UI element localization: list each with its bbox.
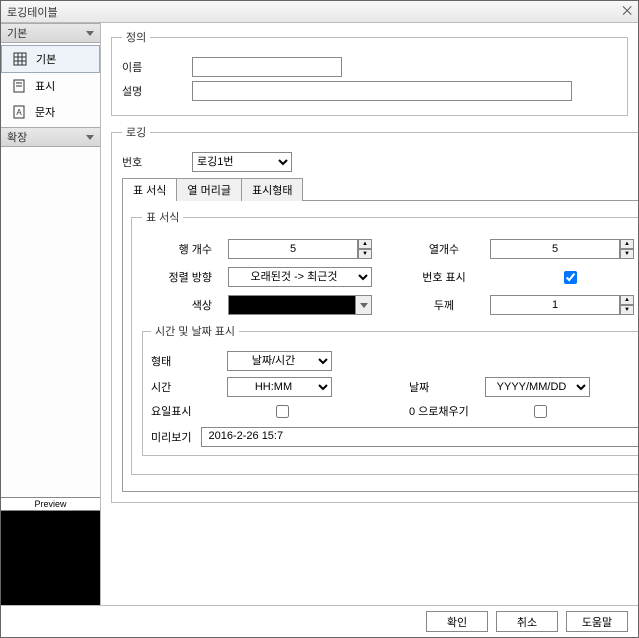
datetime-group: 시간 및 날짜 표시 형태 날짜/시간 시간 HH:MM 날짜 YYYY/MM/…: [142, 323, 638, 456]
preview-value: 2016-2-26 15:7: [201, 427, 638, 447]
spin-down-icon[interactable]: ▼: [358, 249, 372, 259]
row-count-spinner[interactable]: ▲▼: [228, 239, 398, 259]
sidebar-item-display[interactable]: 표시: [1, 73, 100, 99]
titlebar: 로깅테이블 ⨉: [1, 1, 638, 23]
text-icon: A: [11, 104, 27, 120]
preview-label: Preview: [1, 497, 100, 511]
help-button[interactable]: 도움말: [566, 611, 628, 632]
sidebar-ext-header[interactable]: 확장: [1, 127, 100, 147]
tabbar: 표 서식 열 머리글 표시형태: [122, 178, 638, 201]
dow-label: 요일표시: [151, 403, 211, 419]
col-count-label: 열개수: [414, 241, 474, 257]
spin-up-icon[interactable]: ▲: [620, 239, 634, 249]
name-label: 이름: [122, 59, 182, 75]
footer: 확인 취소 도움말: [1, 605, 638, 637]
sidebar-basic-label: 기본: [7, 25, 27, 41]
sidebar-item-label: 표시: [35, 78, 55, 94]
table-icon: [12, 51, 28, 67]
svg-text:A: A: [16, 108, 22, 117]
sidebar-basic-header[interactable]: 기본: [1, 23, 100, 43]
zero-checkbox[interactable]: [534, 405, 547, 418]
time-select[interactable]: HH:MM: [227, 377, 332, 397]
definition-group: 정의 이름 설명: [111, 29, 628, 116]
definition-legend: 정의: [122, 29, 150, 45]
number-select[interactable]: 로깅1번: [192, 152, 292, 172]
sidebar-ext-label: 확장: [7, 129, 27, 145]
table-format-group: 표 서식 행 개수 ▲▼ 열개수 ▲▼: [131, 209, 638, 475]
close-icon[interactable]: ⨉: [622, 4, 632, 19]
sidebar: 기본 기본 표시 A: [1, 23, 101, 605]
zero-label: 0 으로채우기: [409, 403, 469, 419]
sidebar-item-label: 문자: [35, 104, 55, 120]
window-title: 로깅테이블: [7, 4, 58, 20]
desc-input[interactable]: [192, 81, 572, 101]
dialog-window: 로깅테이블 ⨉ 기본 기본 표시: [0, 0, 639, 638]
cancel-button[interactable]: 취소: [496, 611, 558, 632]
main-panel: 정의 이름 설명 로깅 번호 로깅1번: [101, 23, 638, 605]
thickness-input[interactable]: [490, 295, 620, 315]
form-select[interactable]: 날짜/시간: [227, 351, 332, 371]
number-label: 번호: [122, 154, 182, 170]
tab-table-format[interactable]: 표 서식: [122, 178, 177, 201]
thickness-spinner[interactable]: ▲▼: [490, 295, 638, 315]
date-select[interactable]: YYYY/MM/DD: [485, 377, 590, 397]
tab-panel: 표 서식 행 개수 ▲▼ 열개수 ▲▼: [122, 200, 638, 492]
sort-label: 정렬 방향: [142, 269, 212, 285]
spin-up-icon[interactable]: ▲: [620, 295, 634, 305]
sidebar-item-basic[interactable]: 기본: [1, 45, 100, 73]
time-label: 시간: [151, 379, 211, 395]
dow-checkbox[interactable]: [276, 405, 289, 418]
tab-display-form[interactable]: 표시형태: [241, 178, 303, 201]
spin-down-icon[interactable]: ▼: [620, 305, 634, 315]
numshow-checkbox[interactable]: [564, 271, 577, 284]
sort-select[interactable]: 오래된것 -> 최근것: [228, 267, 372, 287]
preview-box: [1, 511, 100, 605]
ok-button[interactable]: 확인: [426, 611, 488, 632]
logging-group: 로깅 번호 로깅1번 표 서식 열 머리글 표시형태 표 서식: [111, 124, 638, 503]
desc-label: 설명: [122, 83, 182, 99]
chevron-down-icon: [86, 31, 94, 36]
thickness-label: 두께: [414, 297, 474, 313]
date-label: 날짜: [409, 379, 469, 395]
datetime-legend: 시간 및 날짜 표시: [151, 323, 239, 339]
preview-panel: Preview: [1, 497, 100, 605]
color-select[interactable]: [228, 295, 398, 315]
logging-legend: 로깅: [122, 124, 150, 140]
page-icon: [11, 78, 27, 94]
spin-up-icon[interactable]: ▲: [358, 239, 372, 249]
chevron-down-icon: [86, 135, 94, 140]
numshow-label: 번호 표시: [414, 269, 474, 285]
col-count-spinner[interactable]: ▲▼: [490, 239, 638, 259]
row-count-label: 행 개수: [142, 241, 212, 257]
sidebar-item-label: 기본: [36, 51, 56, 67]
sidebar-item-text[interactable]: A 문자: [1, 99, 100, 125]
name-input[interactable]: [192, 57, 342, 77]
preview-label: 미리보기: [151, 429, 191, 445]
form-label: 형태: [151, 353, 211, 369]
col-count-input[interactable]: [490, 239, 620, 259]
row-count-input[interactable]: [228, 239, 358, 259]
chevron-down-icon[interactable]: [356, 295, 372, 315]
spin-down-icon[interactable]: ▼: [620, 249, 634, 259]
table-format-legend: 표 서식: [142, 209, 183, 225]
color-label: 색상: [142, 297, 212, 313]
tab-col-header[interactable]: 열 머리글: [176, 178, 242, 201]
color-swatch: [228, 295, 356, 315]
